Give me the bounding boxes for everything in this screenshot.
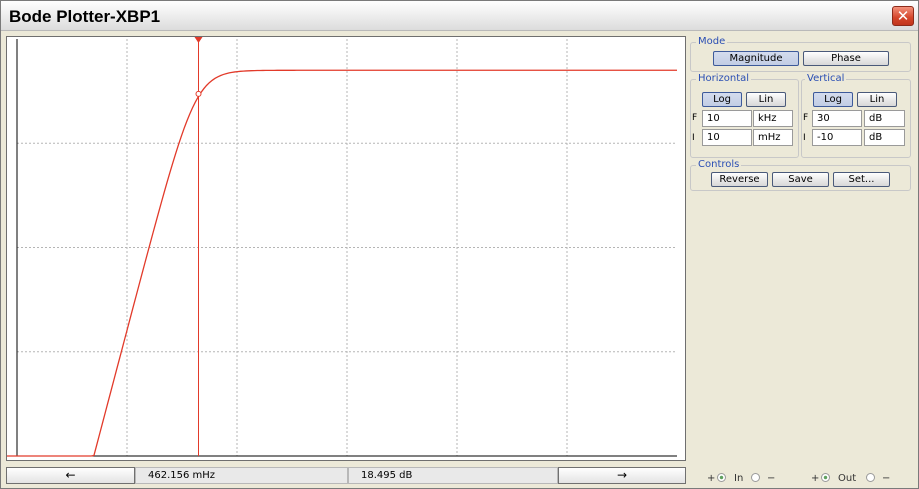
- input-minus-terminal[interactable]: [751, 473, 760, 484]
- arrow-right-icon: →: [616, 468, 628, 482]
- bode-plotter-window: Bode Plotter-XBP1 ✕ ← 462.156 mHz 18.495…: [0, 0, 919, 489]
- status-bar: ← 462.156 mHz 18.495 dB →: [6, 467, 686, 484]
- close-button[interactable]: ✕: [892, 6, 914, 26]
- gain-readout: 18.495 dB: [348, 467, 558, 484]
- close-icon: ✕: [896, 7, 910, 25]
- cursor-point: [195, 90, 202, 97]
- vertical-lin-button[interactable]: Lin: [857, 92, 897, 107]
- horizontal-initial-letter: I: [692, 133, 695, 143]
- bode-plot-area[interactable]: [6, 36, 686, 461]
- vertical-final-input[interactable]: 30: [812, 110, 862, 127]
- horizontal-initial-unit[interactable]: mHz: [753, 129, 793, 146]
- output-plus-terminal[interactable]: [821, 473, 830, 484]
- output-minus-label: −: [882, 473, 891, 484]
- vertical-log-button[interactable]: Log: [813, 92, 853, 107]
- horizontal-label: Horizontal: [696, 73, 752, 84]
- window-title: Bode Plotter-XBP1: [9, 7, 161, 26]
- vertical-initial-input[interactable]: -10: [812, 129, 862, 146]
- magnitude-trace: [7, 69, 677, 457]
- cursor-right-button[interactable]: →: [558, 467, 686, 484]
- input-minus-label: −: [767, 473, 776, 484]
- arrow-left-icon: ←: [65, 468, 76, 482]
- frequency-readout: 462.156 mHz: [135, 467, 348, 484]
- vertical-label: Vertical: [805, 73, 847, 84]
- vertical-initial-unit[interactable]: dB: [864, 129, 905, 146]
- reverse-button[interactable]: Reverse: [711, 172, 768, 187]
- set-button[interactable]: Set...: [833, 172, 890, 187]
- cursor-left-button[interactable]: ←: [6, 467, 135, 484]
- output-plus-label: +: [811, 473, 820, 484]
- vertical-initial-letter: I: [803, 133, 806, 143]
- settings-panel: Mode Magnitude Phase Horizontal Log Lin …: [690, 36, 914, 451]
- output-label: Out: [838, 473, 857, 484]
- input-plus-terminal[interactable]: [717, 473, 726, 484]
- horizontal-lin-button[interactable]: Lin: [746, 92, 786, 107]
- plot-grid: [16, 39, 677, 457]
- controls-label: Controls: [696, 159, 742, 170]
- bode-plot-svg: [7, 37, 677, 457]
- vertical-final-unit[interactable]: dB: [864, 110, 905, 127]
- horizontal-initial-input[interactable]: 10: [702, 129, 752, 146]
- plot-cursor[interactable]: [194, 37, 203, 456]
- input-plus-label: +: [707, 473, 716, 484]
- phase-button[interactable]: Phase: [803, 51, 889, 66]
- mode-label: Mode: [696, 36, 728, 47]
- horizontal-log-button[interactable]: Log: [702, 92, 742, 107]
- output-minus-terminal[interactable]: [866, 473, 875, 484]
- horizontal-final-input[interactable]: 10: [702, 110, 752, 127]
- title-bar[interactable]: Bode Plotter-XBP1 ✕: [1, 1, 918, 31]
- cursor-marker-icon: [194, 37, 203, 43]
- horizontal-final-unit[interactable]: kHz: [753, 110, 793, 127]
- magnitude-button[interactable]: Magnitude: [713, 51, 799, 66]
- horizontal-final-letter: F: [692, 113, 698, 123]
- vertical-final-letter: F: [803, 113, 809, 123]
- input-label: In: [734, 473, 744, 484]
- save-button[interactable]: Save: [772, 172, 829, 187]
